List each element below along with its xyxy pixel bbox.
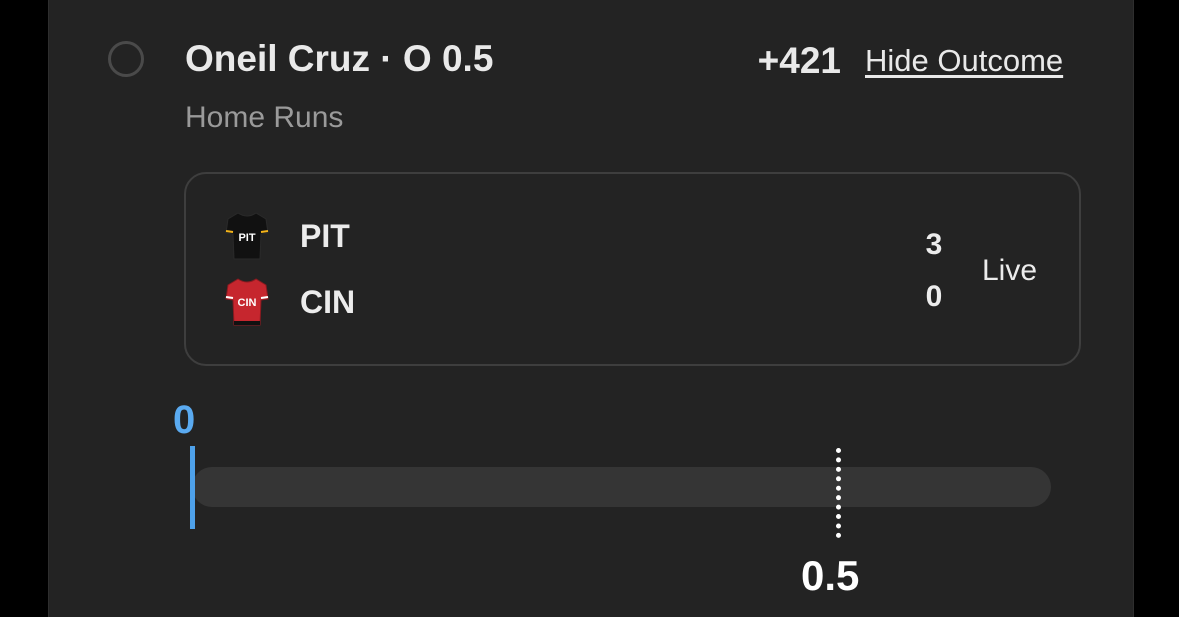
progress-track (192, 467, 1051, 507)
progress-threshold-label: 0.5 (801, 552, 860, 599)
svg-text:PIT: PIT (238, 232, 255, 244)
reds-jersey-icon: CIN (222, 276, 272, 328)
team-row-away: PIT PIT (222, 208, 350, 264)
select-radio[interactable] (108, 41, 144, 77)
progress-threshold-marker (836, 448, 841, 538)
bet-title: Oneil Cruz · O 0.5 (185, 38, 494, 79)
bet-card: Oneil Cruz · O 0.5 +421 Hide Outcome Hom… (48, 0, 1134, 617)
score-home: 0 (925, 280, 943, 313)
bet-odds: +421 (757, 40, 841, 81)
progress-current-marker (190, 446, 195, 529)
bet-market: Home Runs (185, 101, 344, 134)
pirates-jersey-icon: PIT (222, 210, 272, 262)
score-away: 3 (925, 228, 943, 261)
progress-current-label: 0 (173, 398, 196, 442)
hide-outcome-link[interactable]: Hide Outcome (865, 43, 1063, 79)
svg-text:CIN: CIN (238, 297, 257, 309)
team-row-home: CIN CIN (222, 274, 355, 330)
team-abbr-home: CIN (300, 283, 356, 320)
game-status: Live (982, 254, 1038, 287)
game-scoreboard[interactable]: PIT PIT CIN CIN 3 0 Live (184, 172, 1081, 366)
team-abbr-away: PIT (300, 217, 350, 254)
